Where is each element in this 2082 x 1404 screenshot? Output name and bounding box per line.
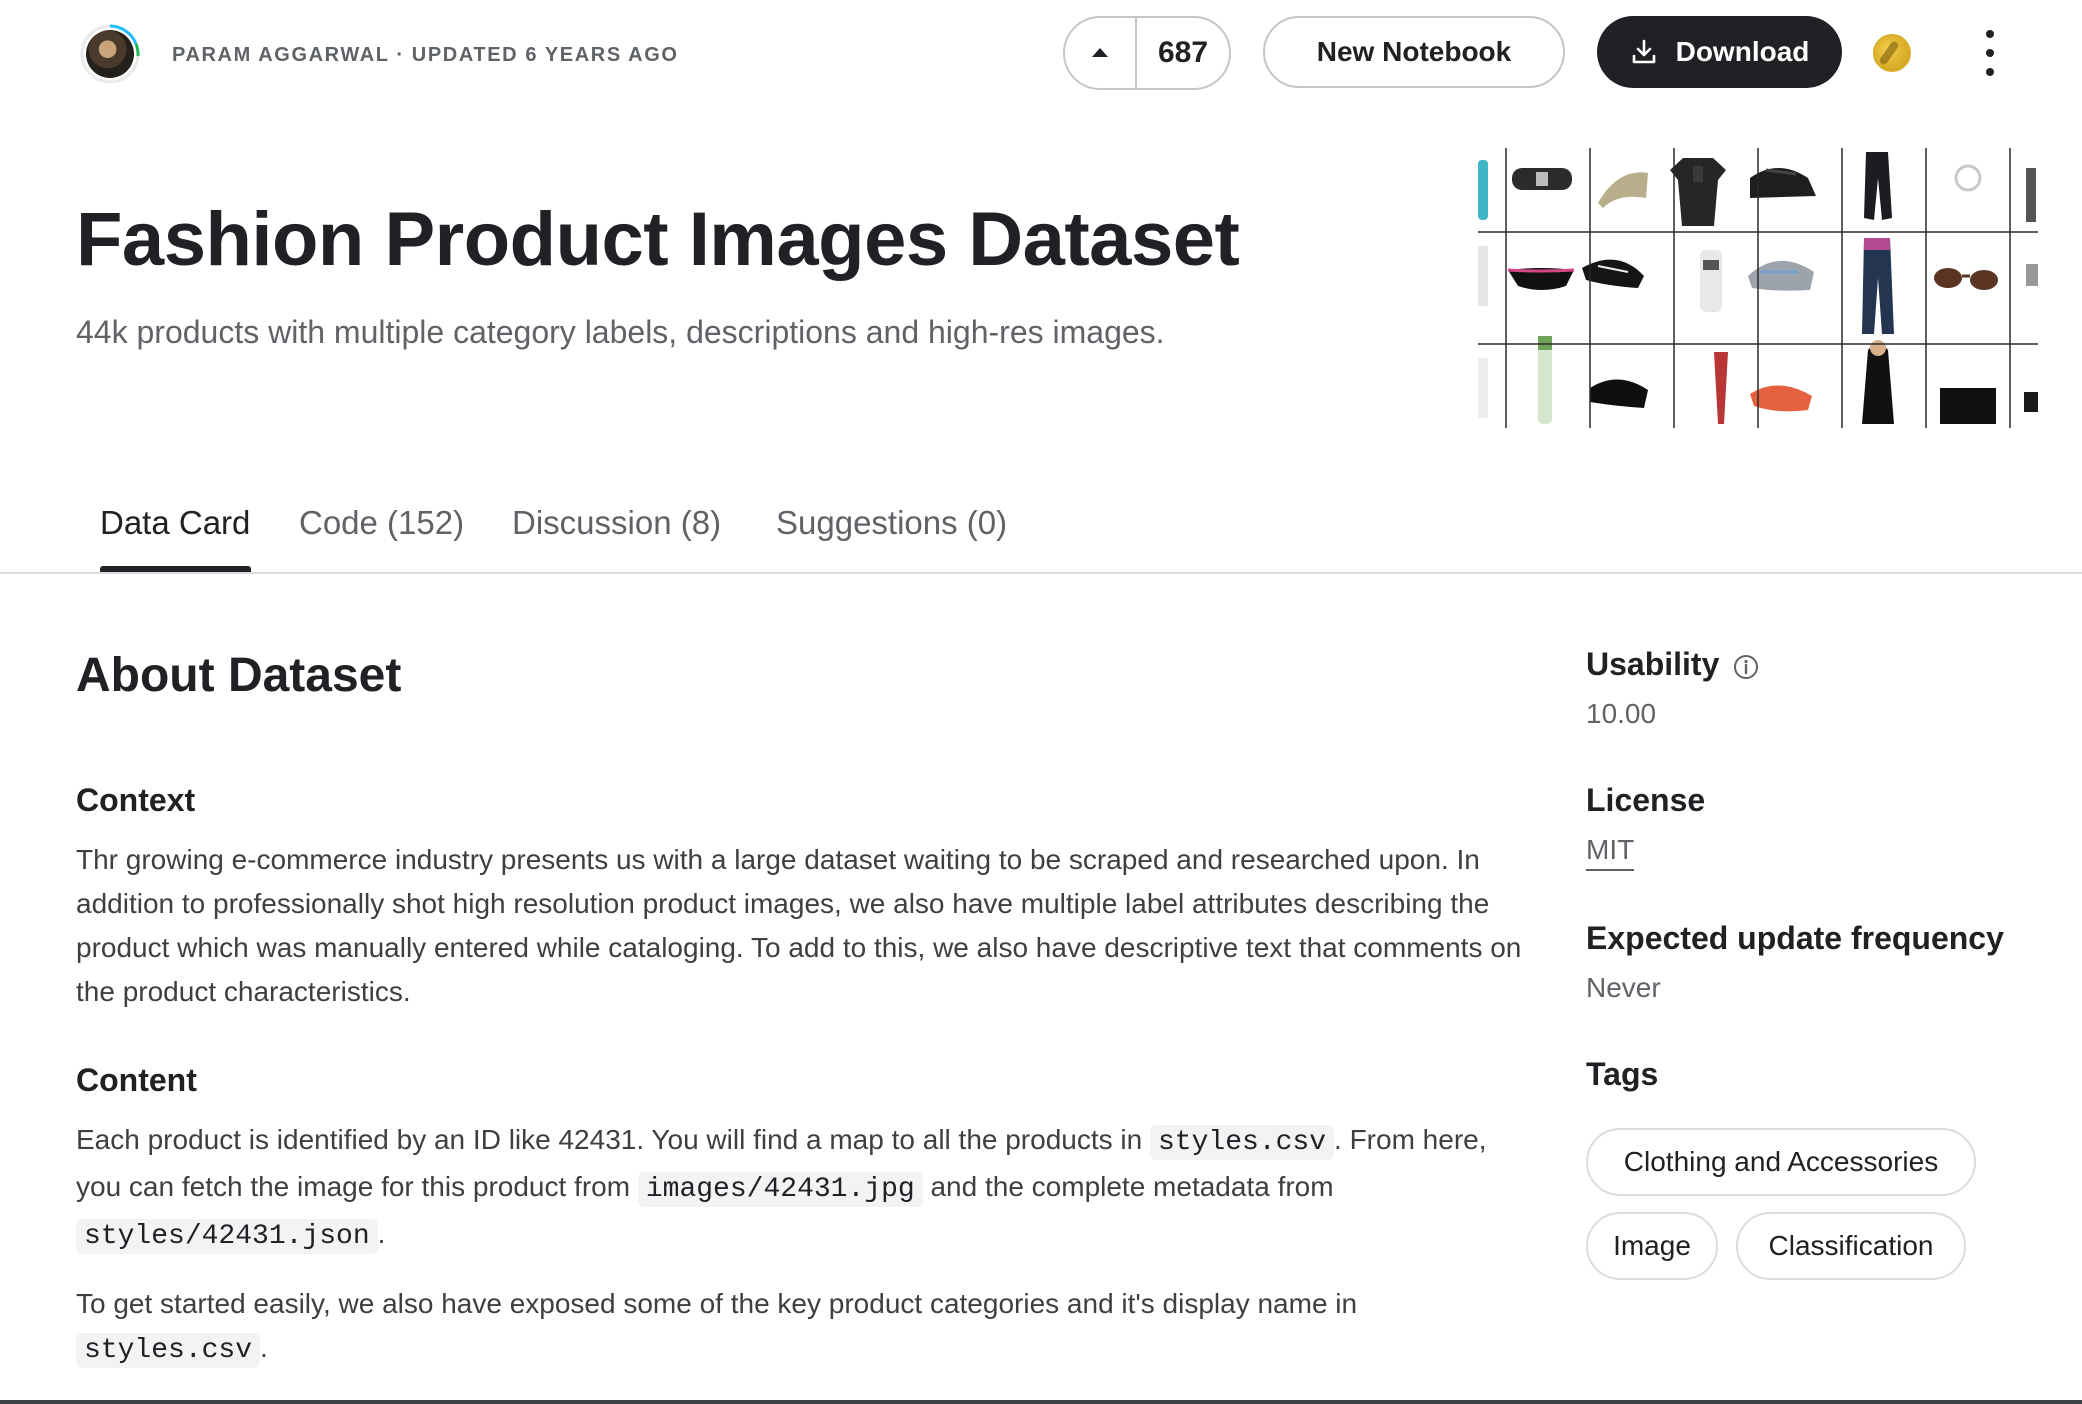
code-styles-csv-2: styles.csv (76, 1333, 261, 1368)
update-frequency-value: Never (1586, 972, 1661, 1003)
vote-count: 687 (1157, 36, 1209, 69)
tag-classification[interactable]: Classification (1736, 1212, 1966, 1280)
context-paragraph: Thr growing e-commerce industry presents… (76, 844, 1522, 1007)
bottom-divider (0, 1400, 2082, 1404)
download-button[interactable]: Download (1597, 16, 1842, 88)
code-styles-csv: styles.csv (1149, 1125, 1335, 1160)
dataset-tabs: Data Card Code (152) Discussion (8) Sugg… (0, 484, 2082, 574)
download-icon (1632, 39, 1655, 64)
tab-discussion[interactable]: Discussion (8) (512, 504, 721, 542)
dataset-header: Param Aggarwal · Updated 6 years ago 687… (0, 0, 2082, 110)
tab-data-card[interactable]: Data Card (100, 504, 250, 542)
tag-image[interactable]: Image (1586, 1212, 1718, 1280)
usability-value: 10.00 (1586, 698, 1657, 729)
dataset-title: Fashion Product Images Dataset (76, 197, 1240, 282)
update-frequency-label: Expected update frequency (1586, 920, 2004, 956)
about-dataset-heading: About Dataset (76, 649, 402, 702)
upvote-button[interactable] (1065, 18, 1137, 88)
tag-clothing-and-accessories[interactable]: Clothing and Accessories (1586, 1128, 1976, 1196)
code-json-path: styles/42431.json (76, 1219, 378, 1254)
content-heading: Content (76, 1062, 197, 1098)
avatar-image (86, 30, 134, 78)
active-tab-indicator (100, 566, 251, 572)
dataset-subtitle: 44k products with multiple category labe… (76, 314, 1165, 350)
author-byline[interactable]: Param Aggarwal · Updated 6 years ago (172, 44, 679, 67)
tab-suggestions[interactable]: Suggestions (0) (776, 504, 1007, 542)
upvote-widget: 687 (1063, 16, 1231, 90)
license-link[interactable]: MIT (1586, 834, 1635, 871)
context-heading: Context (76, 782, 196, 818)
content-paragraph-2: To get started easily, we also have expo… (76, 1288, 1358, 1368)
kebab-menu-icon[interactable] (1980, 30, 2000, 76)
code-image-path: images/42431.jpg (637, 1172, 923, 1207)
usability-label: Usability (1586, 646, 1759, 683)
upvote-arrow-icon (1092, 48, 1108, 57)
download-label: Download (1675, 36, 1810, 67)
content-paragraph-1: Each product is identified by an ID like… (76, 1124, 1487, 1254)
new-notebook-button[interactable]: New Notebook (1263, 16, 1565, 88)
product-image-grid (1478, 148, 2038, 428)
tags-label: Tags (1586, 1056, 1659, 1092)
medal-icon[interactable] (1873, 34, 1911, 72)
license-value: MIT (1586, 834, 1635, 871)
dataset-cover-image (1478, 148, 2038, 428)
tab-code[interactable]: Code (152) (299, 504, 464, 542)
license-label: License (1586, 782, 1706, 818)
avatar[interactable] (80, 24, 140, 84)
info-icon[interactable] (1733, 654, 1759, 680)
